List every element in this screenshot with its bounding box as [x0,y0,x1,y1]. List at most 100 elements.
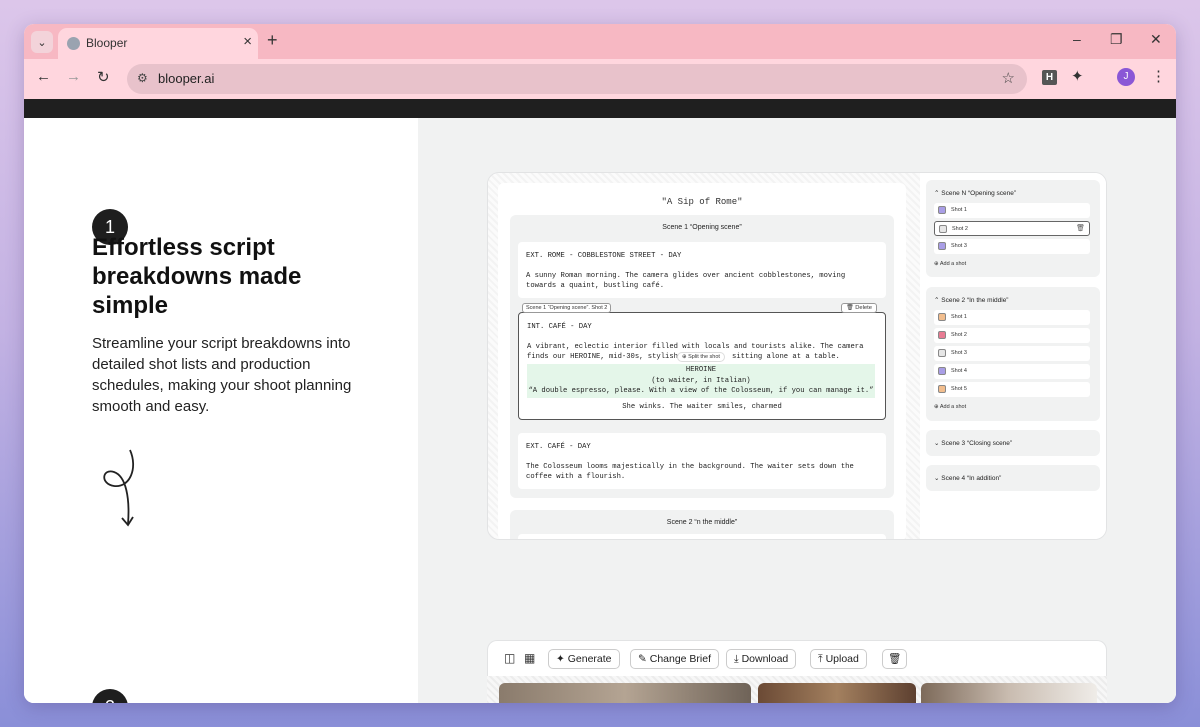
action-text: The Colosseum looms majestically in the … [526,463,854,481]
shot-list-item[interactable]: Shot 5 [934,382,1090,397]
add-shot-button[interactable]: ⊕ Add a shot [934,404,966,410]
upload-icon: ⤒ [818,653,823,665]
shot-card[interactable] [518,534,886,539]
action-text: sitting alone at a table. [732,353,840,361]
action-text: finds our HEROINE, mid-30s, stylish [527,353,678,361]
add-shot-button[interactable]: ⊕ Add a shot [934,261,966,267]
browser-tab[interactable]: Blooper × [58,28,258,59]
shot-list-item[interactable]: Shot 1 [934,310,1090,325]
character-name: HEROINE [685,366,717,374]
action-text: A vibrant, eclectic interior filled with… [527,343,864,351]
split-shot-button[interactable]: ⊕ Split the shot [677,352,725,362]
chevron-up-icon: ⌃ [934,297,940,304]
scene-group: ⌃ Scene 2 “In the middle” Shot 1 Shot 2 … [926,287,1100,421]
shot-list-item[interactable]: Shot 3 [934,346,1090,361]
tab-search-chevron-icon[interactable]: ⌄ [31,31,53,53]
tab-title: Blooper [86,36,128,50]
site-header-bar [24,99,1176,118]
shot-card[interactable]: EXT. CAFÉ - DAY The Colosseum looms maje… [518,433,886,489]
plus-circle-icon: ⊕ [934,261,939,267]
storyboard-thumbnail[interactable] [758,683,916,703]
forward-arrow-icon[interactable]: → [66,68,81,85]
scene-block: Scene 2 “n the middle” [510,510,894,539]
reload-icon[interactable]: ↻ [97,68,110,86]
scene-group-collapsed[interactable]: ⌄ Scene 3 “Closing scene” [926,430,1100,456]
scene-block: Scene 1 “Opening scene” EXT. ROME - COBB… [510,215,894,498]
shot-list-item[interactable]: Shot 2 [934,328,1090,343]
layout-columns-icon[interactable]: ◫ [504,651,515,665]
shot-list-item[interactable]: Shot 1 [934,203,1090,218]
grid-view-icon[interactable]: ▦ [524,651,535,665]
color-swatch [938,349,946,357]
product-preview: "A Sip of Rome" Scene 1 “Opening scene” … [418,118,1176,703]
change-brief-button[interactable]: ✎ Change Brief [630,649,720,669]
chevron-down-icon: ⌄ [934,440,940,447]
delete-shot-button[interactable]: 🗑 Delete [841,303,877,313]
bookmark-star-icon[interactable]: ☆ [1002,69,1015,87]
generate-button[interactable]: ✦ Generate [548,649,620,669]
trash-icon: 🗑 [846,305,854,311]
site-settings-icon[interactable]: ⚙ [137,71,148,85]
scene-slugline: EXT. CAFÉ - DAY [526,443,591,451]
storyboard-thumbnail[interactable] [499,683,751,703]
dialogue-line: “A double espresso, please. With a view … [528,387,874,395]
globe-icon [67,37,80,50]
feature-title: Effortless script breakdowns made simple [92,234,302,319]
scene-group-heading: ⌄ Scene 3 “Closing scene” [934,440,1013,447]
trash-icon: 🗑 [888,653,902,665]
app-mockup: "A Sip of Rome" Scene 1 “Opening scene” … [487,172,1107,540]
chevron-down-icon: ⌄ [934,475,940,482]
script-title: "A Sip of Rome" [661,197,743,207]
extensions-puzzle-icon[interactable]: ✦ [1071,67,1084,85]
step-number-badge: 2 [92,689,128,703]
scene-group: ⌃ Scene N “Opening scene” Shot 1 Shot 2 🗑… [926,180,1100,277]
address-bar[interactable]: ⚙ blooper.ai ☆ [127,64,1027,94]
url-text: blooper.ai [158,71,215,86]
scene-group-collapsed[interactable]: ⌄ Scene 4 “In addition” [926,465,1100,491]
storyboard-thumbnails [487,676,1107,703]
feature-description: Streamline your script breakdowns into d… [92,335,352,415]
parenthetical: (to waiter, in Italian) [651,377,751,385]
page-content: 1 Effortless script breakdowns made simp… [24,118,1176,703]
color-swatch [938,385,946,393]
color-swatch [938,367,946,375]
color-swatch [939,225,947,233]
split-label: Split the shot [688,354,720,360]
shot-list-item[interactable]: Shot 3 [934,239,1090,254]
minimize-icon[interactable]: – [1073,31,1081,47]
plus-circle-icon: ⊕ [682,354,687,360]
dialogue-block: HEROINE (to waiter, in Italian) “A doubl… [527,364,875,398]
action-text: She winks. The waiter smiles, charmed [622,403,782,411]
scene-group-heading[interactable]: ⌃ Scene N “Opening scene” [934,189,1016,197]
profile-avatar[interactable]: J [1117,68,1135,86]
storyboard-toolbar: ◫ ▦ ✦ Generate ✎ Change Brief ⤓ Download… [487,640,1107,676]
close-tab-icon[interactable]: × [243,33,252,50]
trash-icon[interactable]: 🗑 [1076,224,1085,232]
new-tab-icon[interactable]: + [267,30,278,51]
back-arrow-icon[interactable]: ← [36,68,51,85]
download-button[interactable]: ⤓ Download [726,649,797,669]
shot-label-tag: Scene 1 “Opening scene”. Shot 2 [522,303,612,313]
pencil-icon: ✎ [638,653,647,665]
scene-slugline: INT. CAFÉ - DAY [527,323,592,331]
feature-intro: 1 Effortless script breakdowns made simp… [24,118,418,703]
download-icon: ⤓ [734,653,739,665]
scene-heading: Scene 1 “Opening scene” [662,224,742,231]
shot-list-item-selected[interactable]: Shot 2 🗑 [934,221,1090,236]
scene-group-heading[interactable]: ⌃ Scene 2 “In the middle” [934,296,1008,304]
browser-menu-icon[interactable]: ⋮ [1151,67,1166,85]
upload-button[interactable]: ⤒ Upload [810,649,867,669]
close-window-icon[interactable]: ✕ [1150,31,1162,48]
selected-shot-card[interactable]: Scene 1 “Opening scene”. Shot 2 🗑 Delete… [518,303,886,420]
scene-slugline: EXT. ROME - COBBLESTONE STREET - DAY [526,252,682,260]
color-swatch [938,242,946,250]
shot-card[interactable]: EXT. ROME - COBBLESTONE STREET - DAY A s… [518,242,886,298]
shot-list-item[interactable]: Shot 4 [934,364,1090,379]
extension-h-icon[interactable]: H [1042,70,1057,85]
delete-button[interactable]: 🗑 [882,649,908,669]
storyboard-thumbnail[interactable] [921,683,1097,703]
chevron-up-icon: ⌃ [934,190,940,197]
restore-icon[interactable]: ❐ [1110,31,1123,48]
tab-strip: ⌄ Blooper × + – ❐ ✕ [24,24,1176,59]
curly-arrow-icon [103,449,135,527]
